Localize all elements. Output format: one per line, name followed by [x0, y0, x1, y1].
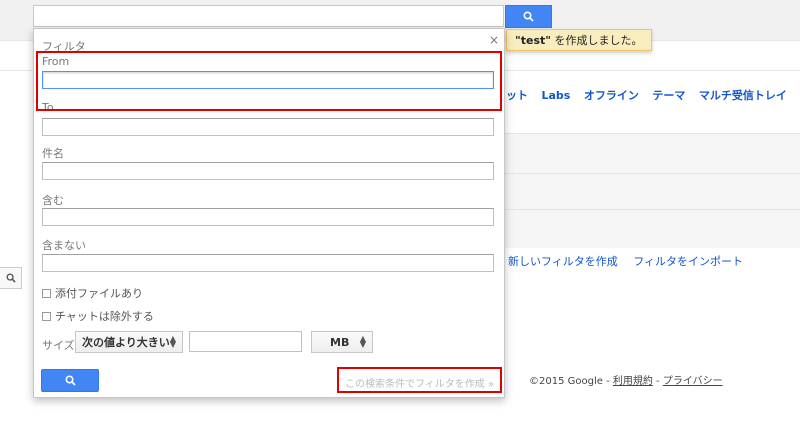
mail-search-input[interactable] — [33, 5, 504, 27]
checkbox-box[interactable] — [42, 311, 51, 321]
terms-link[interactable]: 利用規約 — [613, 376, 653, 387]
checkbox-box[interactable] — [42, 288, 51, 298]
search-button[interactable] — [41, 369, 99, 392]
toast-filter-name: "test" — [515, 34, 551, 47]
search-icon — [64, 375, 76, 386]
mail-search-button[interactable] — [505, 5, 552, 28]
annotation-highlight-from — [36, 51, 502, 111]
tab-multiple-inboxes[interactable]: マルチ受信トレイ — [699, 89, 787, 102]
settings-row — [504, 209, 800, 248]
settings-row — [504, 173, 800, 210]
exclude-chats-checkbox[interactable]: チャットは除外する — [42, 308, 154, 324]
size-operator-value: 次の値より大きい — [82, 336, 170, 349]
size-unit-value: MB — [330, 335, 350, 349]
doesnt-have-field[interactable] — [42, 254, 494, 272]
has-attachment-label: 添付ファイルあり — [55, 287, 143, 300]
has-words-field[interactable] — [42, 208, 494, 226]
create-new-filter-link[interactable]: 新しいフィルタを作成 — [508, 255, 618, 268]
tab-labs[interactable]: Labs — [542, 89, 571, 102]
exclude-chats-label: チャットは除外する — [55, 310, 154, 323]
footer-separator: - — [652, 376, 663, 387]
size-operator-select[interactable]: 次の値より大きい ▲ ▼ — [75, 331, 183, 353]
search-icon — [523, 11, 534, 22]
has-attachment-checkbox[interactable]: 添付ファイルあり — [42, 285, 143, 301]
settings-row — [504, 133, 800, 174]
close-icon[interactable]: × — [489, 33, 499, 47]
size-label: サイズ — [42, 339, 75, 352]
tab-offline[interactable]: オフライン — [584, 89, 639, 102]
left-search-button[interactable] — [0, 267, 22, 289]
tab-themes[interactable]: テーマ — [652, 89, 685, 102]
filter-actions: 新しいフィルタを作成 フィルタをインポート — [508, 253, 755, 269]
notification-toast: "test" を作成しました。 — [506, 29, 652, 51]
toast-message: を作成しました。 — [551, 34, 643, 47]
updown-arrows-icon: ▲ ▼ — [169, 334, 176, 349]
footer: ©2015 Google - 利用規約 - プライバシー — [529, 372, 723, 387]
tab-partial[interactable]: ット — [506, 89, 528, 102]
import-filters-link[interactable]: フィルタをインポート — [633, 255, 743, 268]
annotation-highlight-create-filter — [337, 367, 502, 393]
size-unit-select[interactable]: MB ▲ ▼ — [311, 331, 373, 353]
size-value-input[interactable] — [189, 331, 302, 352]
settings-tabs: ット Labs オフライン テーマ マルチ受信トレイ — [506, 87, 797, 103]
to-field[interactable] — [42, 118, 494, 136]
doesnt-have-label: 含まない — [42, 239, 86, 252]
search-icon — [5, 273, 16, 283]
subject-label: 件名 — [42, 147, 64, 160]
copyright-text: ©2015 Google - — [529, 376, 613, 387]
subject-field[interactable] — [42, 162, 494, 180]
updown-arrows-icon: ▲ ▼ — [359, 334, 366, 349]
has-words-label: 含む — [42, 194, 64, 207]
privacy-link[interactable]: プライバシー — [663, 376, 723, 387]
